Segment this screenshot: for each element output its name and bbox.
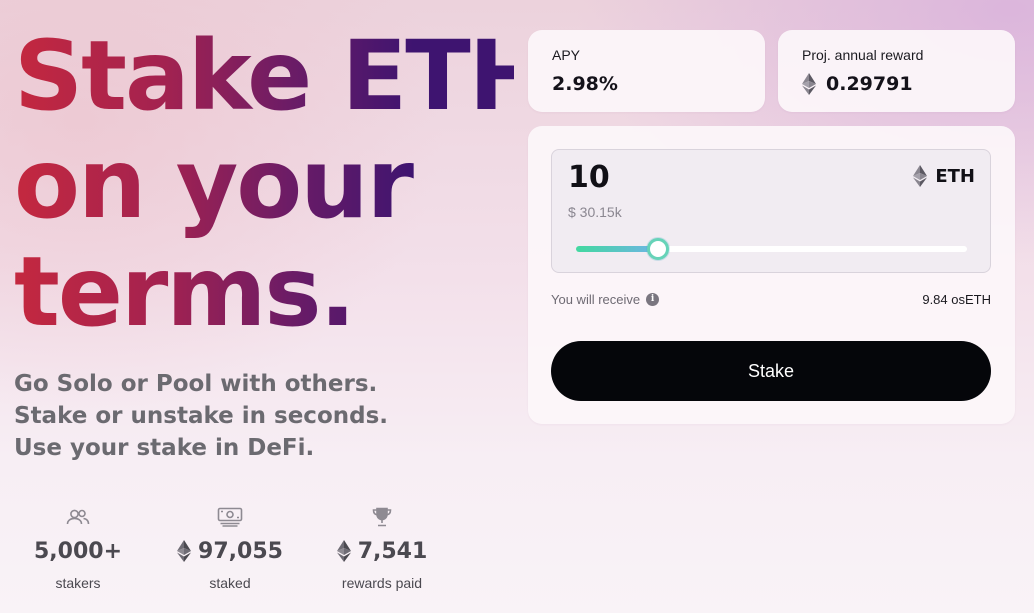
token-selector[interactable]: ETH (913, 165, 975, 187)
receive-label-group: You will receive i (551, 292, 660, 307)
stat-value-text: 97,055 (198, 538, 283, 564)
apy-card: APY 2.98% (528, 30, 765, 112)
stat-stakers: 5,000+ stakers (3, 506, 153, 591)
token-symbol: ETH (935, 165, 975, 187)
slider-fill (576, 246, 659, 252)
hero-title-line: Stake ETH (14, 20, 548, 132)
eth-icon (913, 165, 928, 187)
apy-value-text: 2.98% (552, 73, 618, 95)
trophy-icon (307, 506, 457, 528)
receive-row: You will receive i 9.84 osETH (551, 292, 991, 307)
fiat-value: $ 30.15k (568, 204, 622, 220)
hero-title: Stake ETH on your terms. (14, 22, 514, 346)
eth-icon (336, 540, 351, 562)
stat-value: 5,000+ (33, 538, 123, 564)
apy-label: APY (552, 47, 581, 63)
hero-title-line: terms. (14, 236, 354, 348)
users-icon (3, 506, 153, 528)
info-icon[interactable]: i (646, 293, 660, 306)
amount-input-box[interactable]: 10 ETH $ 30.15k (551, 149, 991, 273)
slider-handle[interactable] (647, 238, 670, 260)
stat-value: 7,541 (307, 536, 457, 566)
tagline: Use your stake in DeFi. (14, 435, 315, 461)
stat-label: staked (209, 575, 251, 591)
tagline: Stake or unstake in seconds. (14, 403, 389, 429)
stake-form-card: 10 ETH $ 30.15k You will receive i 9.84 … (528, 126, 1015, 424)
stat-label: rewards paid (341, 575, 423, 591)
amount-slider[interactable] (576, 238, 967, 260)
stat-value: 97,055 (155, 536, 305, 566)
annual-reward-value-text: 0.29791 (826, 73, 913, 95)
apy-value: 2.98% (552, 73, 618, 95)
stake-button[interactable]: Stake (551, 341, 991, 401)
banknote-icon (155, 506, 305, 528)
stat-rewards-paid: 7,541 rewards paid (307, 506, 457, 591)
eth-icon (177, 540, 192, 562)
stat-label: stakers (55, 575, 101, 591)
receive-value: 9.84 osETH (922, 292, 991, 307)
annual-reward-value: 0.29791 (802, 73, 913, 95)
receive-label: You will receive (551, 292, 641, 307)
annual-reward-label: Proj. annual reward (802, 47, 924, 63)
eth-icon (802, 73, 816, 95)
stat-value-text: 7,541 (357, 538, 428, 564)
tagline: Go Solo or Pool with others. (14, 371, 378, 397)
amount-input[interactable]: 10 (568, 160, 610, 195)
tagline-list: Go Solo or Pool with others. Stake or un… (14, 368, 388, 464)
hero-title-line: on your (14, 128, 412, 240)
annual-reward-card: Proj. annual reward 0.29791 (778, 30, 1015, 112)
stat-staked: 97,055 staked (155, 506, 305, 591)
